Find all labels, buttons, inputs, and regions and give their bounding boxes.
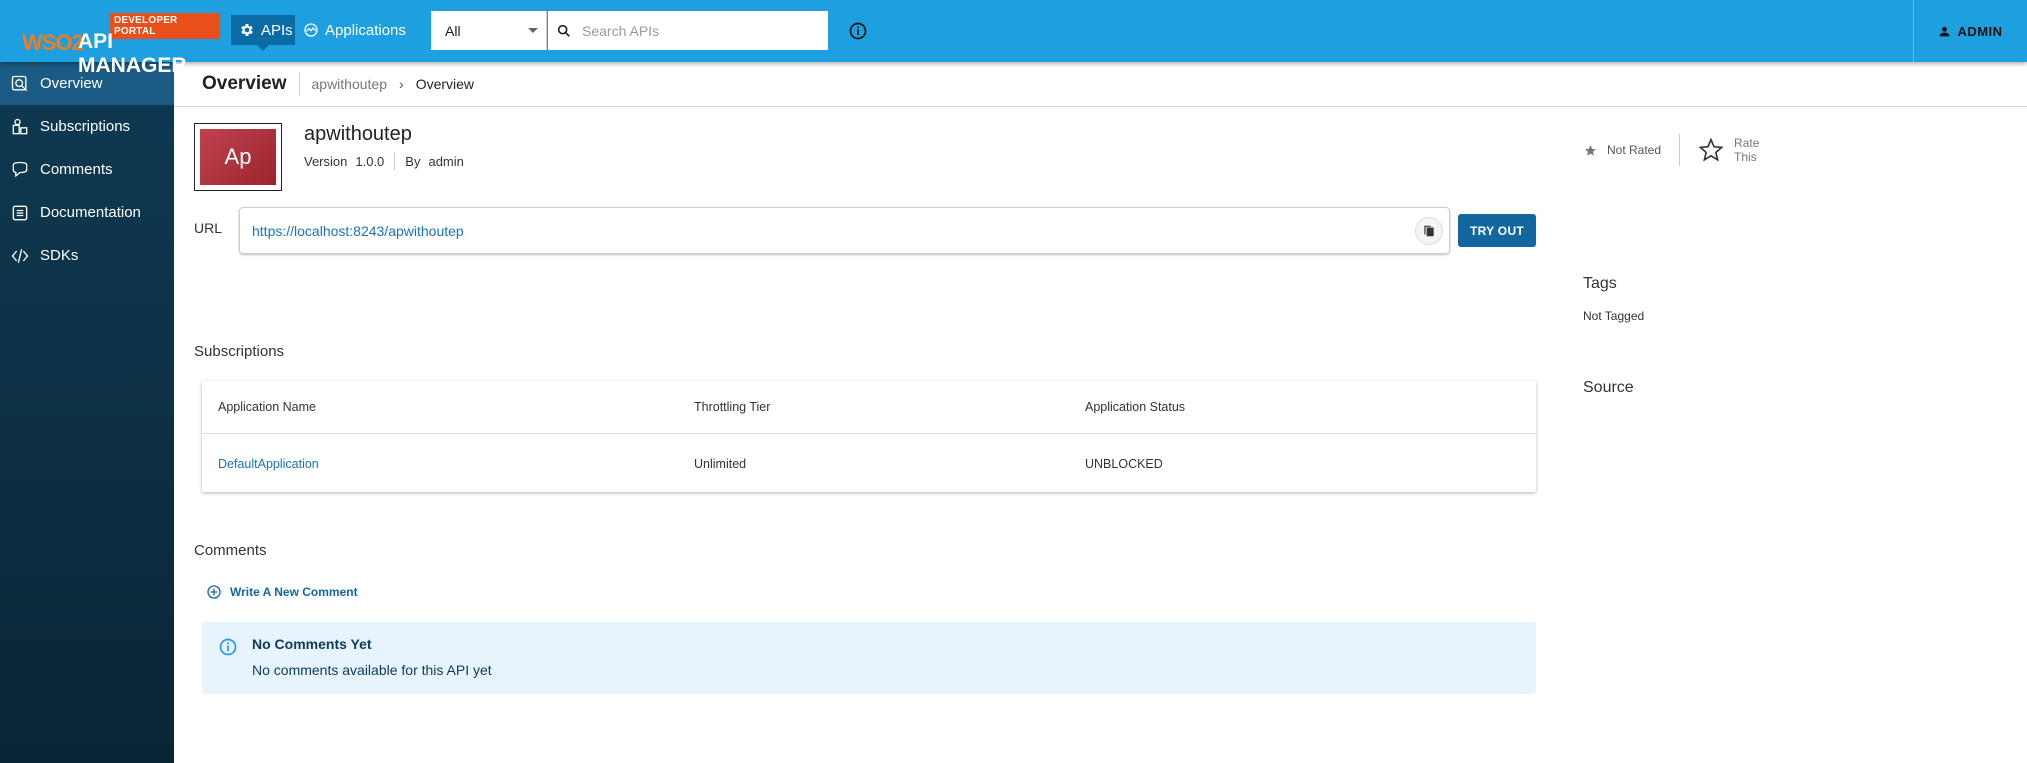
subscriptions-icon [12,118,28,134]
api-thumbnail-text: Ap [200,129,276,185]
breadcrumb-api[interactable]: apwithoutep [312,76,388,92]
overview-icon [11,75,28,91]
write-comment-button[interactable]: Write A New Comment [206,584,358,600]
sidebar-item-label: Comments [40,161,113,178]
tags-value: Not Tagged [1583,309,1645,323]
no-comments-text: No comments available for this API yet [252,662,492,678]
breadcrumb-current: Overview [415,76,475,92]
documentation-icon [12,205,28,220]
nav-applications[interactable]: Applications [303,15,406,45]
rate-label-2: This [1734,150,1757,164]
source-title: Source [1583,379,1634,396]
search-input[interactable] [582,22,802,39]
copy-button[interactable] [1415,217,1443,245]
copy-icon [1424,225,1434,237]
throttling-tier-cell: Unlimited [694,456,747,471]
search-box [548,11,828,50]
api-url-link[interactable]: https://localhost:8243/apwithoutep [252,223,464,239]
table-header-row: Application Name Throttling Tier Applica… [202,381,1536,434]
search-scope-value: All [445,22,461,39]
meta-divider [394,152,396,170]
info-icon [219,638,237,656]
subscriptions-table: Application Name Throttling Tier Applica… [202,381,1536,492]
search-scope-select[interactable]: All [431,11,547,50]
no-comments-alert: No Comments Yet No comments available fo… [202,622,1536,694]
column-header: Throttling Tier [694,400,771,414]
sidebar-item-documentation[interactable]: Documentation [0,191,174,234]
search-icon [557,24,570,37]
chevron-down-icon [528,28,538,33]
table-row: DefaultApplication Unlimited UNBLOCKED [202,435,1536,492]
star-filled-icon [1585,144,1596,156]
try-out-button[interactable]: TRY OUT [1458,214,1536,247]
application-status-cell: UNBLOCKED [1085,456,1163,471]
subscriptions-title: Subscriptions [194,343,285,360]
rating-divider [1679,134,1681,166]
rating-status: Not Rated [1607,143,1662,157]
rate-this-button[interactable]: Rate This [1734,136,1759,164]
sidebar-item-sdks[interactable]: SDKs [0,234,174,277]
applications-icon [304,23,318,37]
rate-label-1: Rate [1734,136,1760,150]
sidebar-item-subscriptions[interactable]: Subscriptions [0,105,174,148]
version-label: Version [304,153,348,169]
wso2-logo[interactable]: DEVELOPER PORTAL WSO2 API MANAGER [20,10,220,77]
user-menu[interactable]: ADMIN [1913,0,2027,62]
star-outline-icon[interactable] [1698,137,1724,163]
api-thumbnail: Ap [194,123,282,191]
code-icon [11,248,29,263]
chevron-right-icon: › [399,76,404,92]
gear-icon [241,24,253,36]
nav-applications-label: Applications [325,21,406,39]
add-circle-icon [207,585,221,599]
sidebar-item-label: Documentation [40,204,141,221]
author-value: admin [428,153,464,169]
logo-wso2-text: WSO2 [22,30,84,55]
version-value: 1.0.0 [355,153,385,169]
url-label: URL [194,220,223,236]
comments-icon [12,161,28,177]
application-link[interactable]: DefaultApplication [218,457,319,471]
api-meta: Version 1.0.0 By admin [304,152,464,170]
sidebar: Overview Subscriptions Comments Document… [0,62,174,763]
info-icon[interactable] [848,21,868,41]
nav-apis[interactable]: APIs [231,15,295,51]
url-box: https://localhost:8243/apwithoutep [239,207,1450,254]
sidebar-item-label: Subscriptions [40,118,131,135]
sidebar-item-label: SDKs [40,247,79,264]
top-bar: DEVELOPER PORTAL WSO2 API MANAGER APIs A… [0,0,2027,77]
no-comments-title: No Comments Yet [252,636,372,652]
user-icon [1940,26,1950,36]
column-header: Application Status [1085,400,1186,414]
user-name: ADMIN [1957,23,2003,39]
sidebar-item-comments[interactable]: Comments [0,148,174,191]
by-label: By [405,153,421,169]
api-name: apwithoutep [304,123,412,145]
comments-title: Comments [194,542,267,559]
write-comment-label: Write A New Comment [230,585,358,599]
column-header: Application Name [218,400,316,414]
tags-title: Tags [1583,275,1617,292]
logo-product-text: API MANAGER [78,30,187,77]
rating-area: Not Rated Rate This [1584,134,1759,166]
page-header: Overview apwithoutep › Overview [174,62,2027,107]
nav-apis-label: APIs [261,21,293,39]
